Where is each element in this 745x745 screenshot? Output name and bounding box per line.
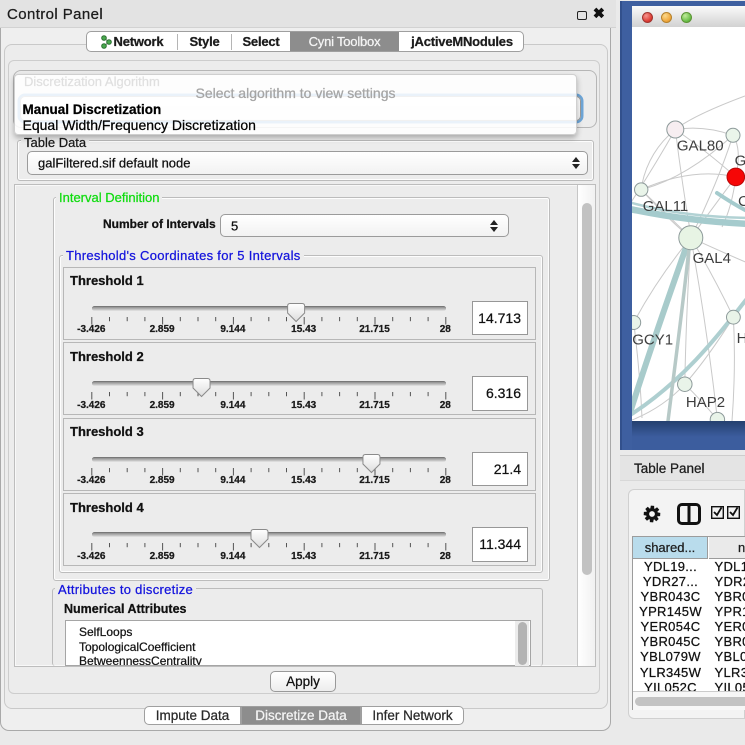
svg-text:GAL80: GAL80	[677, 138, 724, 155]
svg-text:GAL11: GAL11	[643, 198, 689, 215]
svg-text:GCY1: GCY1	[632, 332, 673, 349]
svg-text:C: C	[738, 193, 745, 210]
svg-text:HAP2: HAP2	[686, 394, 725, 411]
svg-text:H: H	[737, 330, 745, 347]
svg-text:GAL4: GAL4	[693, 250, 731, 267]
svg-text:GA: GA	[735, 153, 745, 170]
